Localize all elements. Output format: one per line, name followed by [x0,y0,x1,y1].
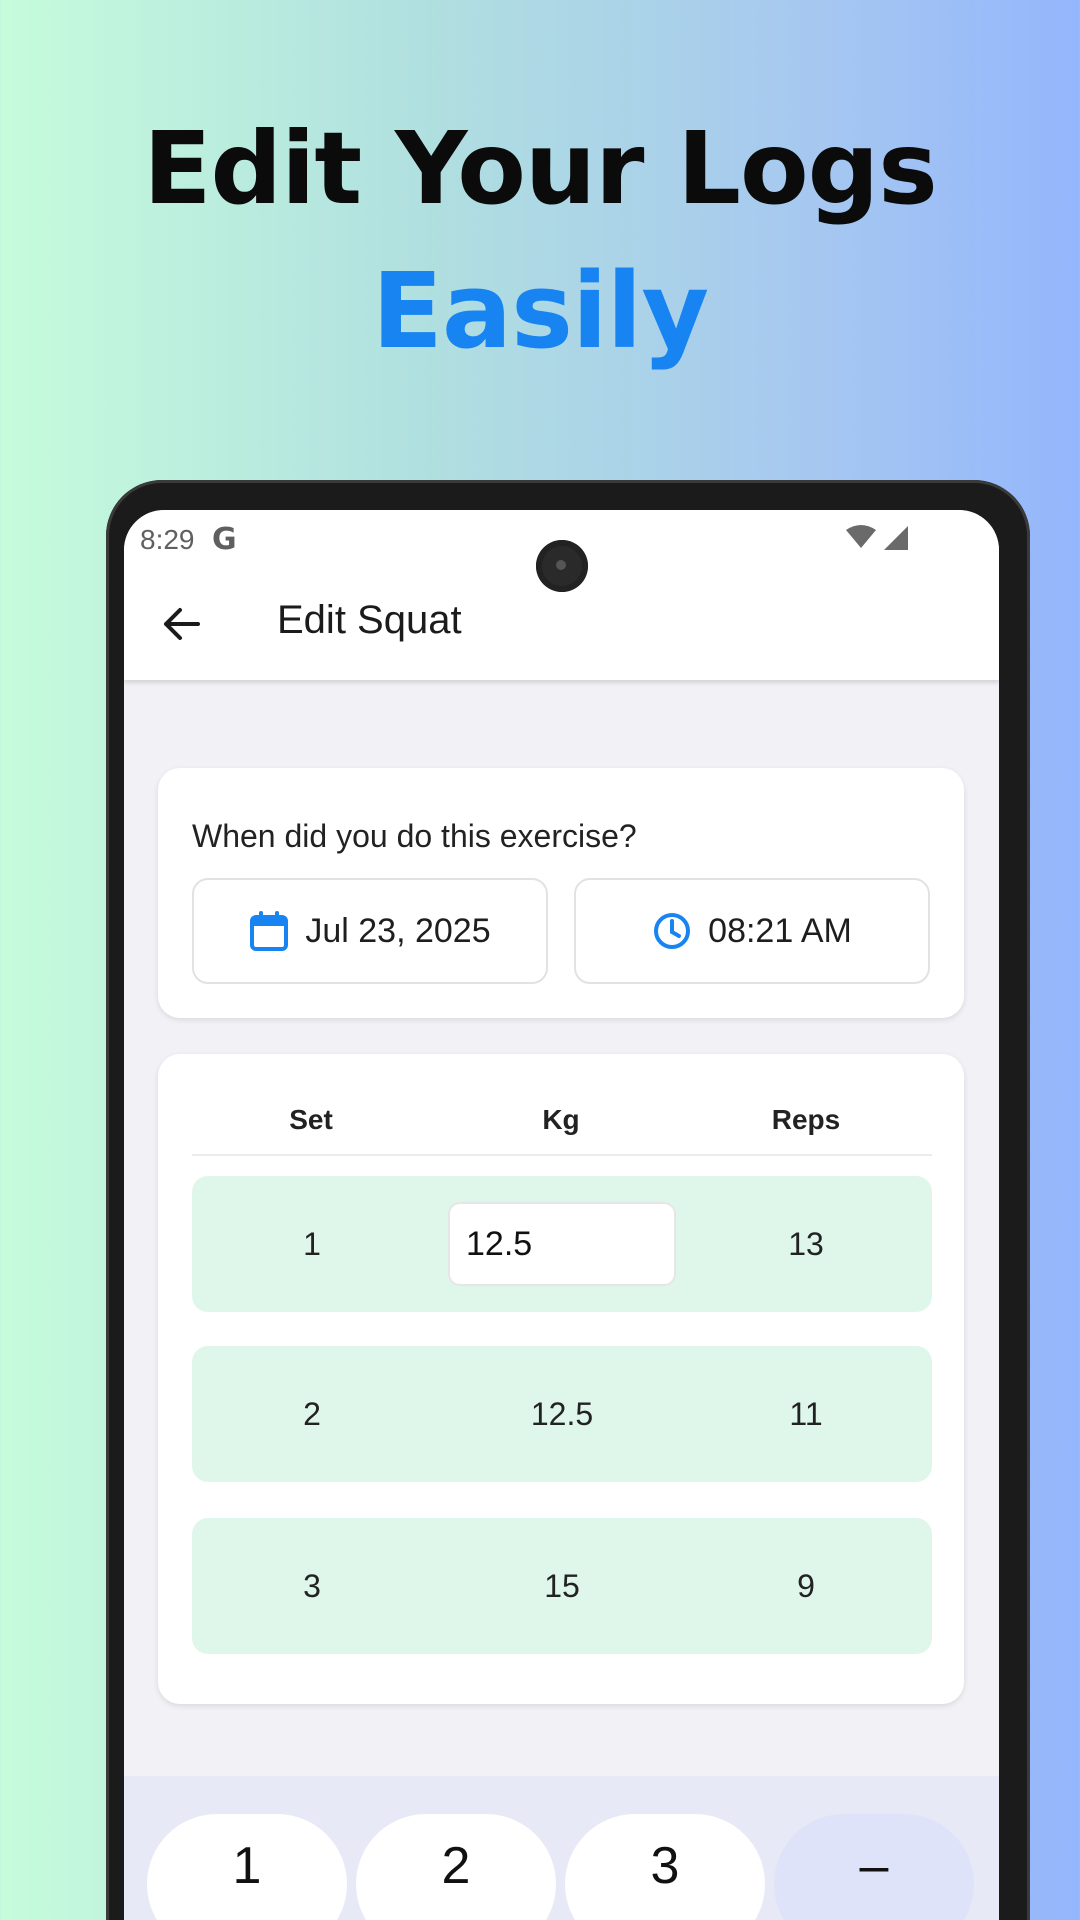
date-picker-button[interactable]: Jul 23, 2025 [192,878,548,984]
date-value: Jul 23, 2025 [305,911,491,950]
kg-value[interactable]: 12.5 [462,1346,662,1482]
page-title: Edit Squat [277,598,462,642]
reps-value[interactable]: 9 [706,1518,906,1654]
reps-value[interactable]: 11 [706,1346,906,1482]
set-number: 2 [303,1395,321,1432]
back-arrow-icon[interactable] [154,596,210,652]
kg-value[interactable]: 15 [462,1518,662,1654]
phone-screen: 8:29 G Edit Squat When did you do this e… [124,510,999,1920]
front-camera [536,540,588,592]
key-2[interactable]: 2 [356,1814,556,1920]
time-value: 08:21 AM [708,911,852,950]
headline-subtitle: Easily [371,250,709,372]
numeric-keypad: 1 2 3 – [124,1776,999,1920]
when-label: When did you do this exercise? [192,818,637,854]
set-number: 3 [303,1567,321,1604]
set-row[interactable]: 3 15 9 [192,1518,932,1654]
status-time: 8:29 [140,524,195,555]
column-header-kg: Kg [542,1104,580,1135]
kg-input[interactable]: 12.5 [448,1202,676,1286]
signal-wifi-icon [846,525,908,550]
column-header-set: Set [289,1104,333,1135]
column-header-reps: Reps [771,1104,841,1135]
key-3[interactable]: 3 [565,1814,765,1920]
set-row[interactable]: 2 12.5 11 [192,1346,932,1482]
app-bar: 8:29 G Edit Squat [124,510,999,680]
calendar-icon [250,911,289,951]
set-number: 1 [303,1225,321,1262]
clock-icon [654,913,691,949]
google-icon: G [212,522,237,557]
sets-card: Set Kg Reps 1 12.5 13 2 12.5 11 3 15 9 [158,1054,964,1704]
headline-title: Edit Your Logs [143,110,938,227]
set-row[interactable]: 1 12.5 13 [192,1176,932,1312]
key-minus[interactable]: – [774,1814,974,1920]
exercise-time-card: When did you do this exercise? Jul 23, 2… [158,768,964,1018]
reps-value[interactable]: 13 [706,1176,906,1312]
header-divider [192,1154,932,1156]
time-picker-button[interactable]: 08:21 AM [574,878,930,984]
key-1[interactable]: 1 [147,1814,347,1920]
